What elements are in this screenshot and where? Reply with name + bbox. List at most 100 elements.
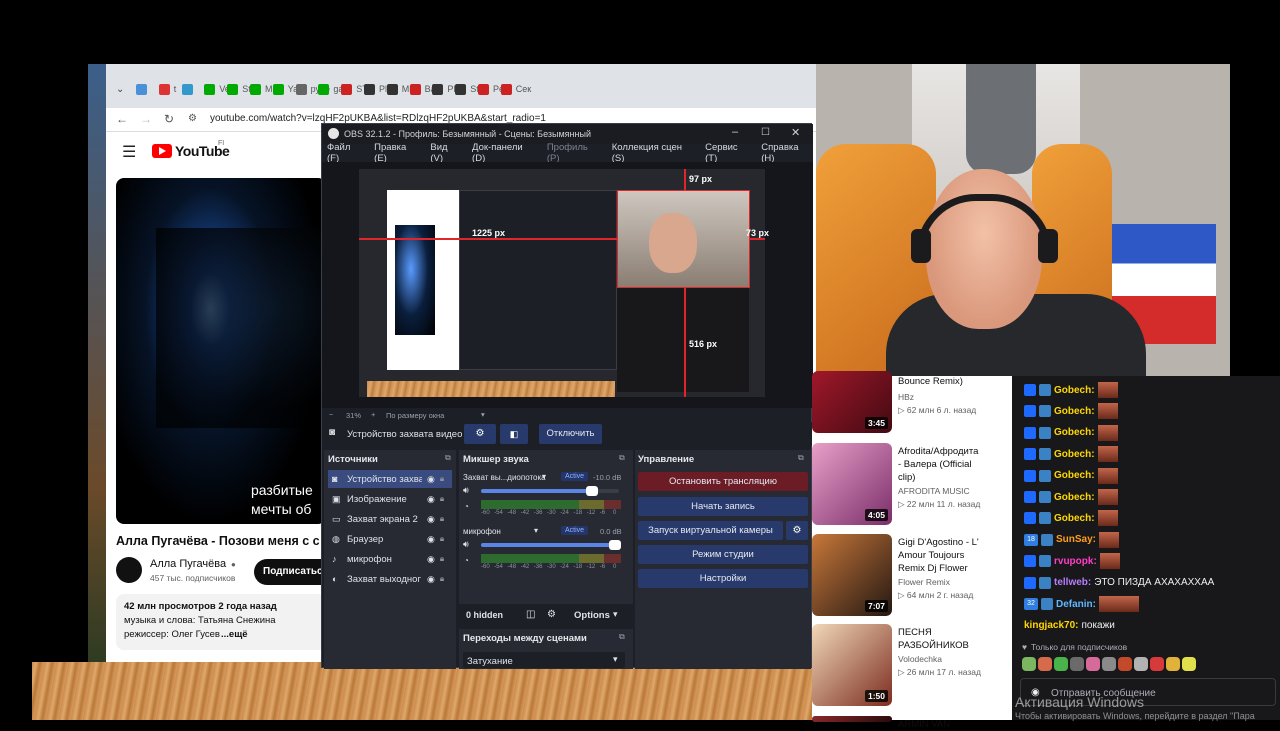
back-icon[interactable]: ←: [116, 112, 128, 126]
preview-canvas[interactable]: 97 px 73 px 1225 px 516 px: [322, 162, 813, 408]
chat-username[interactable]: Gobech:: [1054, 449, 1095, 460]
rec-thumbnail[interactable]: 3:45: [812, 371, 892, 433]
chat-username[interactable]: Gobech:: [1054, 513, 1095, 524]
chat-message[interactable]: Gobech:: [1024, 424, 1118, 442]
rec-title-line-1[interactable]: ПЕСНЯ: [898, 626, 1008, 639]
rec-title-line-1[interactable]: Bounce Remix): [898, 375, 1008, 388]
emote-icon[interactable]: [1054, 657, 1068, 671]
chevron-down-icon[interactable]: ▾: [613, 609, 618, 620]
forward-icon[interactable]: →: [140, 112, 152, 126]
volume-icon[interactable]: 🔊︎: [463, 539, 469, 550]
chevron-down-icon[interactable]: ▾: [542, 472, 546, 481]
chat-username[interactable]: SunSay:: [1056, 534, 1096, 545]
virtual-camera-gear-icon[interactable]: ⚙: [786, 521, 808, 540]
transition-select[interactable]: Затухание ▾: [463, 652, 625, 668]
rec-thumbnail[interactable]: 7:07: [812, 534, 892, 616]
rec-channel[interactable]: AFRODITA MUSIC: [898, 486, 970, 496]
filters-icon[interactable]: ◧: [500, 424, 528, 444]
chat-message[interactable]: Gobech:: [1024, 402, 1118, 420]
chevron-down-icon[interactable]: ▾: [481, 410, 485, 419]
rec-thumbnail[interactable]: [812, 716, 892, 722]
chat-username[interactable]: Gobech:: [1054, 427, 1095, 438]
close-icon[interactable]: ✕: [791, 126, 800, 139]
chat-message[interactable]: Gobech:: [1024, 445, 1118, 463]
obs-menu-item[interactable]: Сервис (T): [705, 142, 751, 164]
chat-message[interactable]: rvupopk:: [1024, 552, 1120, 570]
eye-icon[interactable]: ◉: [427, 534, 435, 545]
source-item[interactable]: ▣ Изображение ◉ 🔒︎: [328, 490, 452, 508]
monitor-icon[interactable]: ◔: [464, 502, 469, 511]
chat-username[interactable]: tellweb:: [1054, 577, 1091, 588]
eye-icon[interactable]: ◉: [427, 494, 435, 505]
rec-title-line-2[interactable]: РАЗБОЙНИКОВ: [898, 639, 1008, 652]
chat-message[interactable]: Gobech:: [1024, 381, 1118, 399]
zoom-mode-select[interactable]: По размеру окна: [386, 411, 444, 420]
menu-icon[interactable]: ☰: [122, 142, 136, 162]
properties-gear-icon[interactable]: ⚙: [464, 424, 496, 444]
rec-thumbnail[interactable]: 4:05: [812, 443, 892, 525]
source-item[interactable]: ◍ Браузер ◉ 🔒︎: [328, 530, 452, 548]
minimize-icon[interactable]: –: [732, 126, 738, 138]
rec-title-line-3[interactable]: clip): [898, 471, 1008, 484]
channel-name[interactable]: Алла Пугачёва: [150, 558, 226, 570]
lock-icon[interactable]: 🔒︎: [440, 494, 444, 504]
rec-title-line-2[interactable]: Amour Toujours: [898, 549, 1008, 562]
virtual-camera-button[interactable]: Запуск виртуальной камеры: [638, 521, 783, 540]
chat-username[interactable]: Gobech:: [1054, 406, 1095, 417]
chat-username[interactable]: Defanin:: [1056, 599, 1096, 610]
lock-icon[interactable]: 🔒︎: [440, 554, 444, 564]
emote-icon[interactable]: [1150, 657, 1164, 671]
source-item[interactable]: ◙ Устройство захва ◉ 🔒︎: [328, 470, 452, 488]
lock-icon[interactable]: 🔒︎: [440, 474, 444, 484]
stop-stream-button[interactable]: Остановить трансляцию: [638, 472, 808, 491]
obs-menu-item[interactable]: Вид (V): [430, 142, 462, 164]
chat-username[interactable]: Gobech:: [1054, 385, 1095, 396]
chat-message[interactable]: tellweb: ЭТО ПИЗДА АХАХАХХАА: [1024, 574, 1214, 592]
studio-mode-button[interactable]: Режим студии: [638, 545, 808, 564]
lock-icon[interactable]: 🔒︎: [440, 574, 444, 584]
site-info-icon[interactable]: ⚙: [188, 113, 197, 124]
maximize-icon[interactable]: ☐: [761, 127, 770, 138]
chat-username[interactable]: kingjack70:: [1024, 620, 1078, 631]
eye-icon[interactable]: ◉: [427, 554, 435, 565]
dock-undock-icon[interactable]: ⧉: [798, 453, 804, 463]
eye-icon[interactable]: ◉: [427, 514, 435, 525]
rec-title-line-1[interactable]: Gigi D'Agostino - L': [898, 536, 1008, 549]
emote-icon[interactable]: [1182, 657, 1196, 671]
show-more-link[interactable]: ...ещё: [221, 629, 248, 640]
dock-undock-icon[interactable]: ⧉: [619, 453, 625, 463]
channel-avatar[interactable]: [116, 557, 142, 583]
rec-title-line-2[interactable]: - Валера (Official: [898, 458, 1008, 471]
rec-channel[interactable]: HBz: [898, 392, 914, 402]
volume-slider-handle[interactable]: [609, 540, 621, 550]
options-button[interactable]: Options: [574, 610, 610, 621]
browser-tab[interactable]: [136, 80, 151, 98]
chat-message[interactable]: Gobech:: [1024, 509, 1118, 527]
chevron-down-icon[interactable]: ▾: [613, 654, 618, 665]
obs-menu-item[interactable]: Файл (F): [327, 142, 364, 164]
source-item[interactable]: ♪ микрофон ◉ 🔒︎: [328, 550, 452, 568]
obs-menu-item[interactable]: Справка (H): [761, 142, 813, 164]
rec-title-line-3[interactable]: Remix Dj Flower: [898, 562, 1008, 575]
disconnect-button[interactable]: Отключить: [539, 424, 602, 444]
start-recording-button[interactable]: Начать запись: [638, 497, 808, 516]
hidden-count[interactable]: 0 hidden: [466, 610, 503, 620]
settings-button[interactable]: Настройки: [638, 569, 808, 588]
chat-message[interactable]: kingjack70: покажи: [1024, 616, 1115, 634]
rec-thumbnail[interactable]: 1:50: [812, 624, 892, 706]
emote-icon[interactable]: [1022, 657, 1036, 671]
mixer-gear-icon[interactable]: ⚙: [547, 609, 556, 620]
reload-icon[interactable]: ↻: [164, 112, 174, 126]
obs-menu-item[interactable]: Профиль (P): [547, 142, 602, 164]
source-item[interactable]: ◐ Захват выходног ◉ 🔒︎: [328, 570, 452, 588]
emote-icon[interactable]: [1118, 657, 1132, 671]
tab-search-icon[interactable]: ⌄: [116, 84, 124, 95]
lock-icon[interactable]: 🔒︎: [440, 534, 444, 544]
chat-username[interactable]: rvupopk:: [1054, 556, 1097, 567]
selection-box[interactable]: [617, 190, 750, 288]
chat-message[interactable]: Gobech:: [1024, 467, 1118, 485]
chat-username[interactable]: Gobech:: [1054, 492, 1095, 503]
emote-icon[interactable]: [1038, 657, 1052, 671]
emote-icon[interactable]: [1166, 657, 1180, 671]
emote-icon[interactable]: [1070, 657, 1084, 671]
